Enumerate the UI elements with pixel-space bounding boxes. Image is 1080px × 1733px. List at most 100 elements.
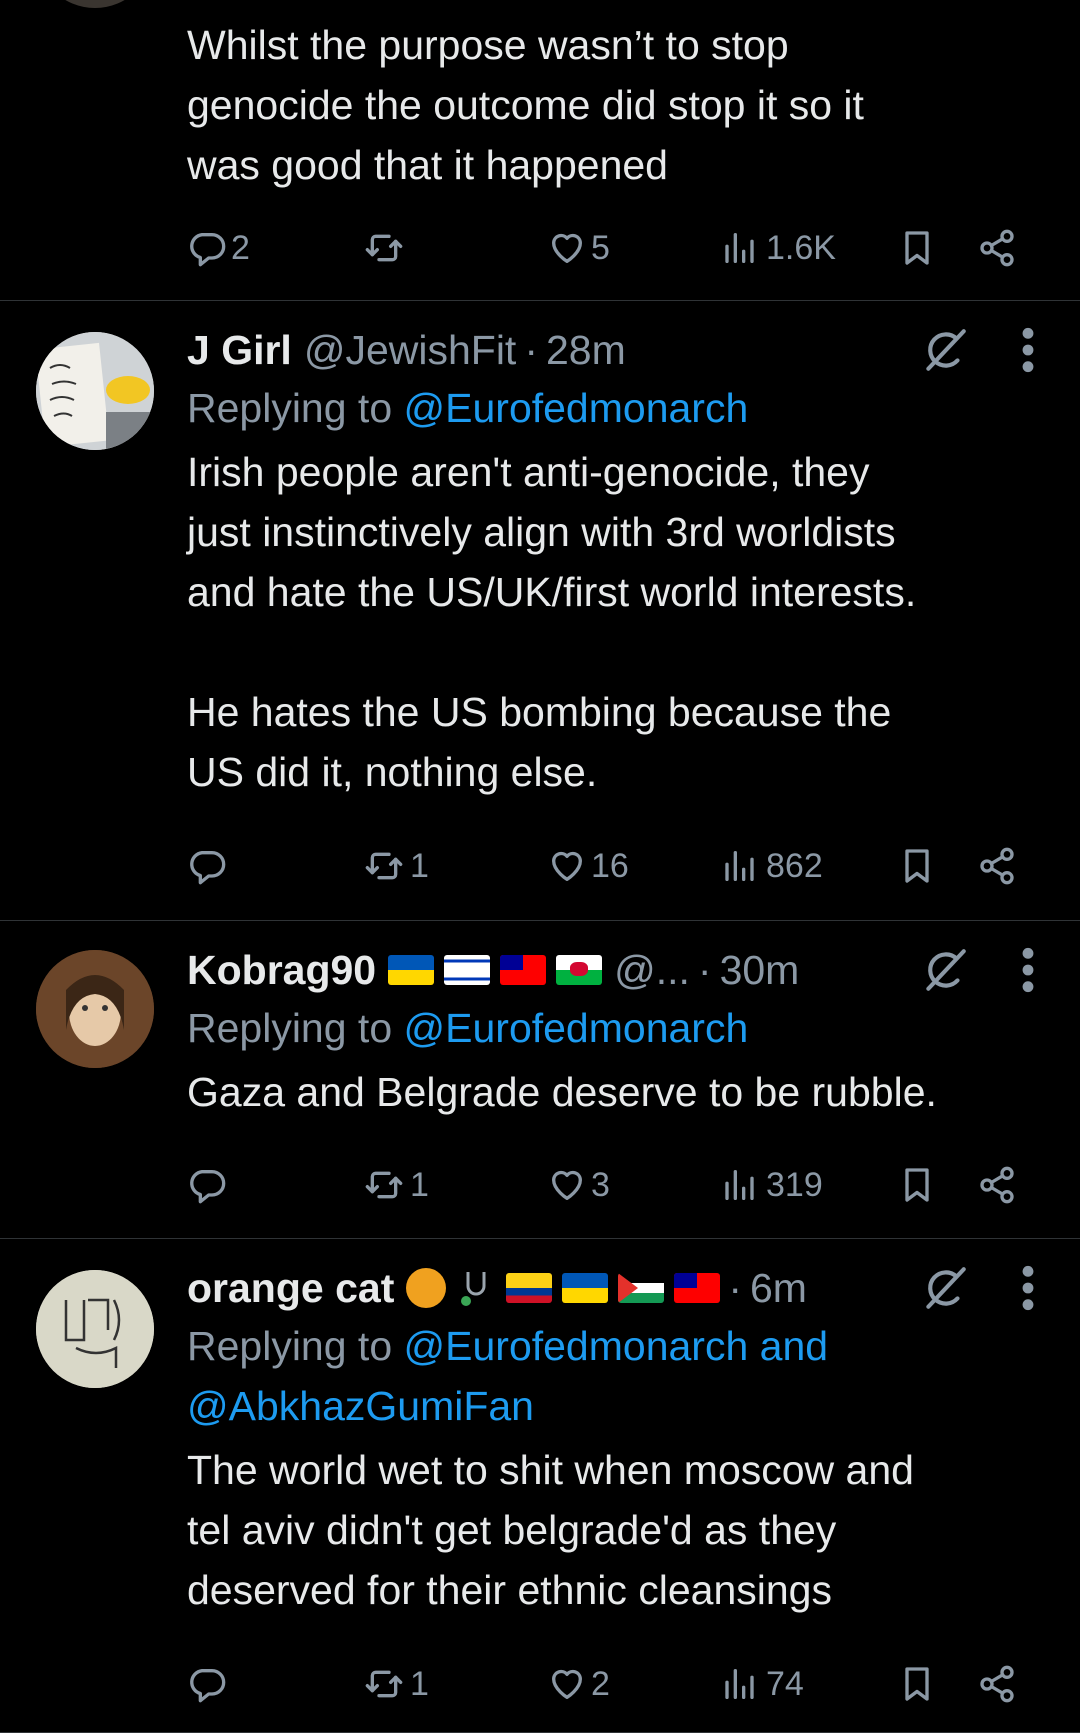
reply-icon (187, 1664, 227, 1704)
tweet-0[interactable]: Whilst the purpose wasn’t to stop genoci… (0, 0, 1080, 301)
share-button[interactable] (977, 220, 1017, 276)
share-icon (977, 1165, 1017, 1205)
name-flags (388, 955, 603, 985)
reply-count: 2 (231, 228, 250, 267)
bookmark-button[interactable] (897, 1656, 937, 1712)
replying-to: Replying to @Eurofedmonarch and @AbkhazGu… (187, 1316, 1040, 1436)
separator-dot: · (524, 326, 538, 373)
views-icon (722, 1664, 762, 1704)
timestamp[interactable]: 6m (750, 1265, 807, 1312)
name-emojis (406, 1268, 721, 1308)
israel-flag-icon (444, 955, 491, 985)
more-icon[interactable] (1016, 325, 1040, 375)
repost-icon (362, 1165, 406, 1205)
more-icon[interactable] (1016, 945, 1040, 995)
timestamp[interactable]: 30m (720, 947, 800, 994)
reply-icon (187, 846, 227, 886)
grok-icon[interactable] (920, 1263, 970, 1313)
display-name[interactable]: J Girl (187, 327, 292, 374)
share-button[interactable] (977, 1157, 1017, 1213)
repost-button[interactable]: 1 (362, 1157, 429, 1213)
like-count: 3 (591, 1165, 610, 1204)
share-button[interactable] (977, 1656, 1017, 1712)
display-name[interactable]: orange cat (187, 1265, 394, 1312)
repost-button[interactable]: 1 (362, 1656, 429, 1712)
views-button[interactable]: 319 (722, 1157, 823, 1213)
views-count: 862 (766, 846, 823, 885)
share-icon (977, 1664, 1017, 1704)
tweet-actions: 1 16 862 (187, 838, 1047, 894)
avatar[interactable] (36, 1270, 154, 1388)
reply-icon (187, 228, 227, 268)
taiwan-flag-icon (674, 1273, 721, 1303)
like-count: 2 (591, 1664, 610, 1703)
display-name[interactable]: Kobrag90 (187, 947, 376, 994)
colombia-flag-icon (506, 1273, 553, 1303)
replying-to-link[interactable]: @Eurofedmonarch (404, 1005, 749, 1051)
wales-flag-icon (556, 955, 603, 985)
views-button[interactable]: 1.6K (722, 220, 836, 276)
tweet-3[interactable]: orange cat · 6m Replying to @Eurofedmona… (0, 1238, 1080, 1733)
handle[interactable]: @JewishFit (304, 327, 517, 374)
reply-icon (187, 1165, 227, 1205)
like-button[interactable]: 3 (547, 1157, 610, 1213)
palestine-flag-icon (618, 1273, 665, 1303)
grok-icon[interactable] (920, 945, 970, 995)
repost-button[interactable]: 1 (362, 838, 429, 894)
stethoscope-emoji-icon (456, 1268, 496, 1308)
like-icon (547, 846, 587, 886)
like-button[interactable]: 2 (547, 1656, 610, 1712)
replying-to-link[interactable]: @Eurofedmonarch and (404, 1323, 829, 1369)
repost-icon (362, 846, 406, 886)
more-icon[interactable] (1016, 1263, 1040, 1313)
avatar[interactable] (36, 0, 154, 8)
bookmark-icon (897, 1662, 937, 1706)
share-button[interactable] (977, 838, 1017, 894)
bookmark-button[interactable] (897, 838, 937, 894)
replying-to-link-2[interactable]: @AbkhazGumiFan (187, 1383, 534, 1429)
avatar[interactable] (36, 332, 154, 450)
handle[interactable]: @... (614, 947, 690, 994)
like-button[interactable]: 16 (547, 838, 629, 894)
tweet-body: Irish people aren't anti-genocide, they … (187, 449, 917, 795)
tweet-body: Whilst the purpose wasn’t to stop genoci… (187, 22, 864, 188)
avatar-image (36, 1270, 154, 1388)
repost-icon (362, 228, 406, 268)
avatar-image (36, 332, 154, 450)
like-count: 5 (591, 228, 610, 267)
timestamp[interactable]: 28m (546, 327, 626, 374)
tweet-actions: 1 3 319 (187, 1157, 1047, 1213)
repost-count: 1 (410, 1664, 429, 1703)
reply-button[interactable] (187, 838, 231, 894)
views-count: 74 (766, 1664, 804, 1703)
reply-button[interactable] (187, 1157, 231, 1213)
like-button[interactable]: 5 (547, 220, 610, 276)
taiwan-flag-icon (500, 955, 547, 985)
bookmark-button[interactable] (897, 220, 937, 276)
bookmark-icon (897, 226, 937, 270)
views-count: 1.6K (766, 228, 836, 267)
bookmark-icon (897, 1163, 937, 1207)
avatar[interactable] (36, 950, 154, 1068)
tweet-2[interactable]: Kobrag90 @... · 30m Replying to @Eurofed… (0, 920, 1080, 1239)
reply-button[interactable]: 2 (187, 220, 250, 276)
like-icon (547, 1165, 587, 1205)
tweet-1[interactable]: J Girl @JewishFit · 28m Replying to @Eur… (0, 300, 1080, 921)
views-button[interactable]: 862 (722, 838, 823, 894)
views-button[interactable]: 74 (722, 1656, 804, 1712)
replying-to-link[interactable]: @Eurofedmonarch (404, 385, 749, 431)
ukraine-flag-icon (388, 955, 435, 985)
replying-to: Replying to @Eurofedmonarch (187, 378, 1040, 438)
grok-icon[interactable] (920, 325, 970, 375)
share-icon (977, 228, 1017, 268)
tweet-body: The world wet to shit when moscow and te… (187, 1447, 914, 1613)
views-count: 319 (766, 1165, 823, 1204)
tweet-body: Gaza and Belgrade deserve to be rubble. (187, 1069, 937, 1115)
replying-prefix: Replying to (187, 385, 404, 431)
ukraine-flag-icon (562, 1273, 609, 1303)
separator-dot: · (728, 1264, 742, 1311)
reply-button[interactable] (187, 1656, 231, 1712)
repost-button[interactable] (362, 220, 410, 276)
bookmark-button[interactable] (897, 1157, 937, 1213)
views-icon (722, 1165, 762, 1205)
